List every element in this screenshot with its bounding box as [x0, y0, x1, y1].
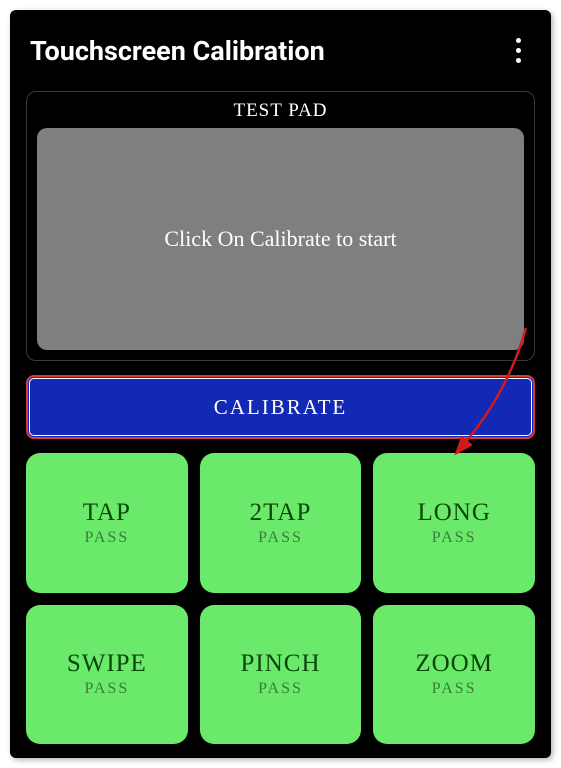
tile-title: PINCH — [240, 650, 320, 678]
test-pad-container: TEST PAD Click On Calibrate to start — [26, 91, 535, 361]
tile-status: PASS — [84, 529, 129, 547]
app-title: Touchscreen Calibration — [30, 35, 325, 67]
tile-status: PASS — [432, 529, 477, 547]
calibrate-button-label: CALIBRATE — [214, 395, 348, 420]
tile-status: PASS — [84, 680, 129, 698]
tile-title: ZOOM — [415, 650, 493, 678]
tile-title: SWIPE — [67, 650, 147, 678]
tile-title: LONG — [417, 499, 490, 527]
tile-tap: TAP PASS — [26, 453, 188, 593]
calibrate-button[interactable]: CALIBRATE — [26, 375, 535, 439]
test-pad-label: TEST PAD — [37, 100, 524, 128]
tile-2tap: 2TAP PASS — [200, 453, 362, 593]
tile-swipe: SWIPE PASS — [26, 605, 188, 745]
header: Touchscreen Calibration — [26, 24, 535, 91]
test-pad[interactable]: Click On Calibrate to start — [37, 128, 524, 350]
tile-status: PASS — [258, 529, 303, 547]
tile-title: TAP — [83, 499, 131, 527]
tile-pinch: PINCH PASS — [200, 605, 362, 745]
tile-zoom: ZOOM PASS — [373, 605, 535, 745]
test-pad-instruction: Click On Calibrate to start — [164, 226, 396, 252]
tile-status: PASS — [432, 680, 477, 698]
tile-status: PASS — [258, 680, 303, 698]
tile-long: LONG PASS — [373, 453, 535, 593]
app-screen: Touchscreen Calibration TEST PAD Click O… — [10, 10, 551, 758]
results-grid: TAP PASS 2TAP PASS LONG PASS SWIPE PASS … — [26, 453, 535, 744]
overflow-menu-icon[interactable] — [506, 32, 531, 69]
tile-title: 2TAP — [250, 499, 312, 527]
